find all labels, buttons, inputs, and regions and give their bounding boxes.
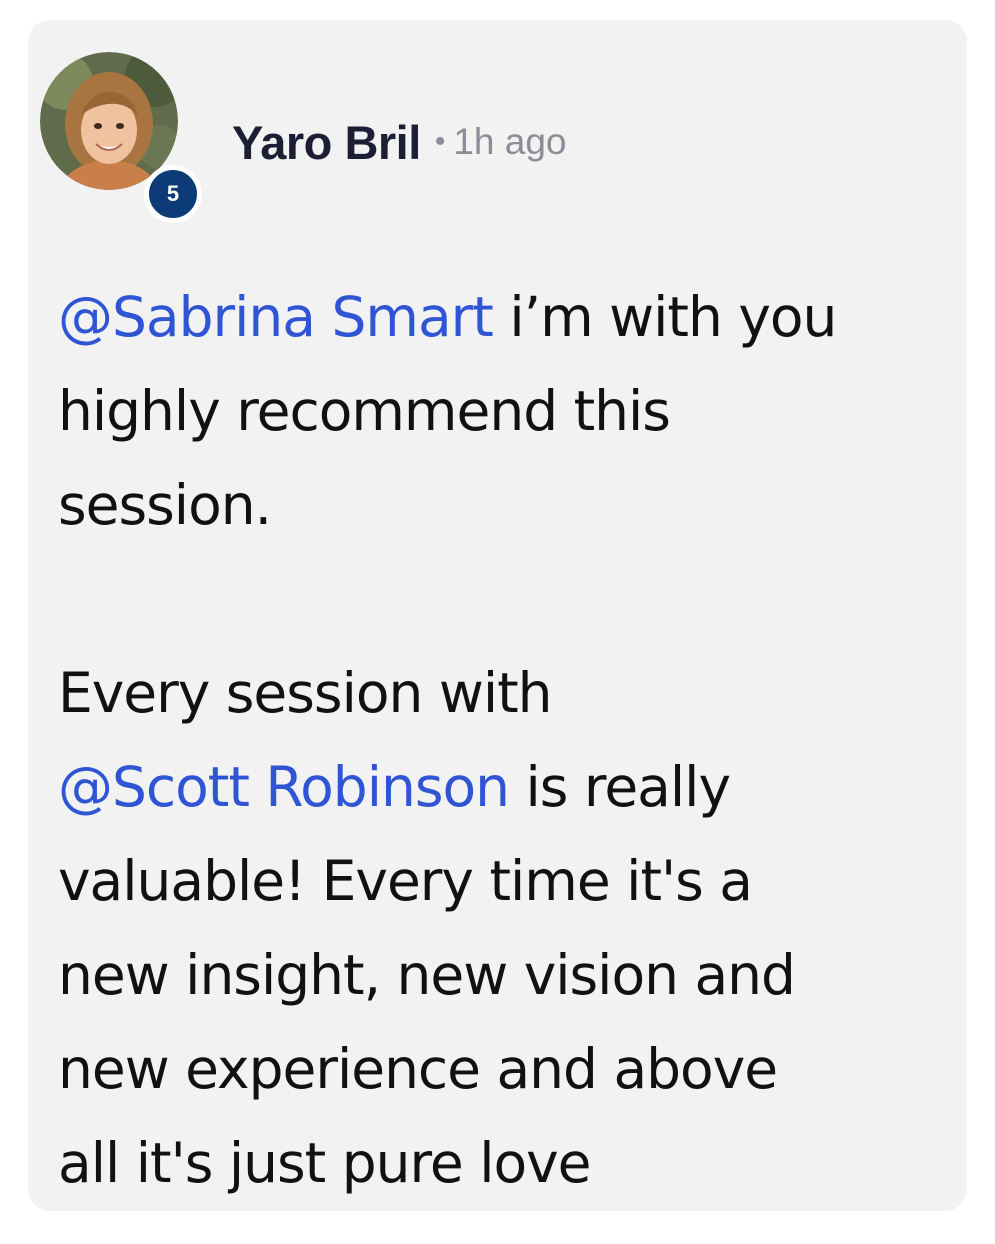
text-line: session. — [58, 473, 272, 537]
comment-paragraph-2: Every session with @Scott Robinson is re… — [58, 646, 938, 1210]
text-line: @Sabrina Smart i’m with you — [58, 270, 938, 364]
timestamp: 1h ago — [453, 121, 567, 162]
text-line: highly recommend this — [58, 379, 671, 443]
comment-header: Yaro Bril • 1h ago — [232, 112, 567, 172]
separator-dot: • — [434, 125, 446, 158]
text-line: new insight, new vision and — [58, 943, 796, 1007]
author-name[interactable]: Yaro Bril — [232, 115, 421, 170]
text-fragment: is really — [509, 755, 731, 819]
text-line: new experience and above — [58, 1037, 778, 1101]
text-line: all it's just pure love — [58, 1131, 592, 1195]
comment-card: 5 Yaro Bril • 1h ago @Sabrina Smart i’m … — [28, 20, 967, 1211]
level-badge: 5 — [144, 165, 202, 223]
author-avatar-container[interactable]: 5 — [40, 52, 202, 223]
text-line: valuable! Every time it's a — [58, 849, 753, 913]
comment-paragraph-1: @Sabrina Smart i’m with you highly recom… — [58, 270, 938, 552]
mention-scott-robinson[interactable]: @Scott Robinson — [58, 755, 510, 819]
text-fragment: i’m with you — [492, 285, 837, 349]
text-line: @Scott Robinson is really — [58, 740, 938, 834]
comment-body: @Sabrina Smart i’m with you highly recom… — [58, 270, 938, 1210]
mention-sabrina-smart[interactable]: @Sabrina Smart — [58, 285, 494, 349]
text-line: Every session with — [58, 661, 553, 725]
